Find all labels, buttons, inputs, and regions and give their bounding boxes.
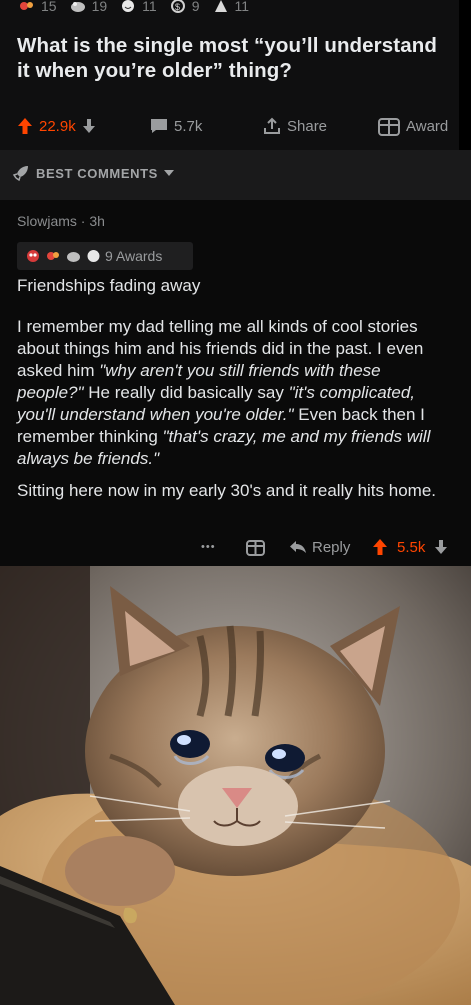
post-card: 15 19 11 $ 9 11 What is the single most …	[0, 0, 459, 150]
hug-award-icon	[70, 2, 85, 12]
reply-button[interactable]: Reply	[289, 534, 350, 560]
give-award-button[interactable]	[246, 534, 265, 560]
award-item: 11	[119, 0, 157, 14]
comment-body: I remember my dad telling me all kinds o…	[17, 316, 447, 512]
hearts-award-icon	[47, 252, 59, 260]
comment: Slowjams · 3h 9 Awards Friendships fadin…	[0, 200, 471, 566]
comment-heading: Friendships fading away	[17, 276, 201, 295]
crying-cat-illustration	[0, 566, 471, 1005]
award-label: Award	[406, 117, 449, 135]
svg-text:$: $	[175, 2, 180, 12]
post-award-strip[interactable]: 15 19 11 $ 9 11	[18, 0, 255, 18]
comment-paragraph: Sitting here now in my early 30's and it…	[17, 481, 436, 500]
comment-author[interactable]: Slowjams	[17, 213, 77, 229]
award-item: 19	[69, 0, 107, 14]
more-dots-icon: •••	[201, 541, 216, 553]
comment-vote-group: 5.5k	[372, 534, 448, 560]
sort-label: BEST COMMENTS	[36, 165, 158, 181]
reply-arrow-icon	[290, 541, 306, 553]
downvote-arrow-icon[interactable]	[434, 539, 448, 555]
comment-bubble-icon	[151, 119, 167, 133]
share-icon	[264, 117, 280, 134]
post-vote-group: 22.9k	[17, 112, 96, 140]
award-button[interactable]: Award	[378, 112, 448, 140]
share-button[interactable]: Share	[263, 112, 327, 140]
hearts-award-icon	[20, 2, 33, 10]
chevron-down-icon	[163, 170, 174, 176]
sort-dropdown[interactable]: BEST COMMENTS	[12, 164, 174, 182]
comment-action-bar: ••• Reply 5.5k	[0, 534, 471, 560]
award-item: $ 9	[169, 0, 200, 14]
share-label: Share	[287, 117, 328, 135]
award-item: 15	[18, 0, 57, 14]
awards-count-label: 9 Awards	[105, 248, 163, 264]
gift-icon	[246, 540, 265, 556]
heart-eyes-award-icon	[27, 250, 39, 262]
comment-vote-count: 5.5k	[397, 538, 426, 556]
comment-awards-badge[interactable]: 9 Awards	[17, 242, 193, 270]
hug-award-icon	[67, 252, 80, 262]
wholesome-award-icon	[122, 0, 135, 12]
gift-icon	[378, 118, 400, 136]
comment-paragraph: I remember my dad telling me all kinds o…	[17, 317, 431, 468]
helpful-award-icon	[214, 0, 227, 12]
reply-label: Reply	[312, 538, 351, 556]
post-action-bar: 22.9k 5.7k Share Award	[0, 112, 459, 140]
crying-cat-image	[0, 566, 471, 1005]
award-item: 11	[212, 0, 249, 14]
more-options-button[interactable]: •••	[201, 534, 216, 560]
upvote-arrow-icon[interactable]	[372, 538, 388, 556]
comment-count: 5.7k	[174, 117, 203, 135]
comment-age: 3h	[89, 213, 105, 229]
wholesome-award-icon	[87, 250, 100, 262]
downvote-arrow-icon[interactable]	[82, 118, 96, 134]
upvote-arrow-icon[interactable]	[17, 117, 33, 135]
rocket-icon	[12, 166, 28, 182]
comment-sort-bar: BEST COMMENTS	[0, 150, 471, 200]
silver-award-icon: $	[170, 0, 185, 13]
post-title[interactable]: What is the single most “you’ll understa…	[17, 33, 447, 83]
comments-button[interactable]: 5.7k	[150, 112, 202, 140]
comment-meta: Slowjams · 3h	[17, 213, 105, 229]
post-vote-count: 22.9k	[39, 117, 76, 135]
